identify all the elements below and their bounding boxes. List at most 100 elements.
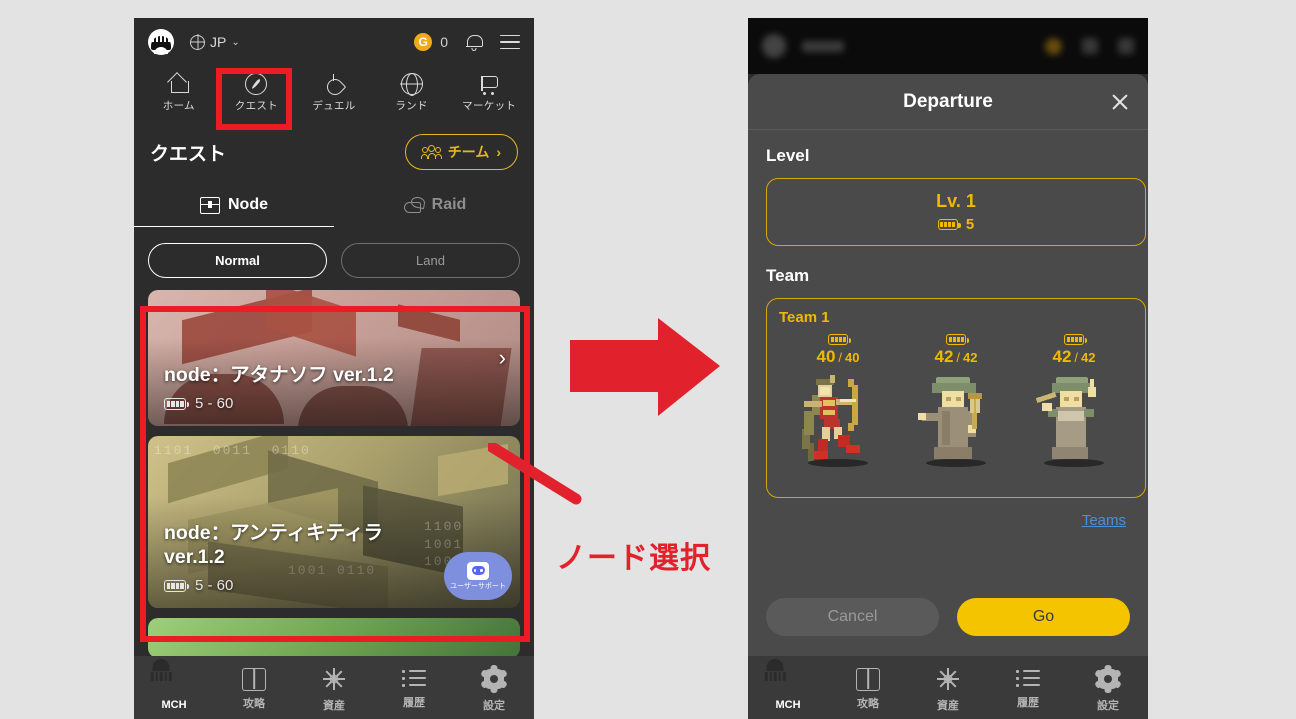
nav-item-market[interactable]: マーケット bbox=[450, 66, 528, 120]
bottom-nav-history[interactable]: 履歴 bbox=[988, 669, 1068, 710]
bell-icon[interactable] bbox=[466, 34, 483, 51]
bottom-nav-history[interactable]: 履歴 bbox=[374, 669, 454, 710]
user-support-button[interactable]: ユーザーサポート bbox=[444, 552, 512, 600]
node-card[interactable] bbox=[148, 618, 520, 658]
bottom-nav-settings[interactable]: 設定 bbox=[1068, 664, 1148, 713]
language-selector bbox=[802, 40, 844, 52]
team-name: Team 1 bbox=[779, 309, 830, 326]
bottom-nav-label: 履歴 bbox=[403, 696, 425, 709]
hamburger-icon bbox=[1118, 38, 1134, 54]
bottom-nav-label: MCH bbox=[161, 698, 187, 711]
unit-hp: 42/42 bbox=[934, 347, 978, 366]
node-card[interactable]: 1101 0011 0110 1100 1001 1001 1001 0110 … bbox=[148, 436, 520, 608]
right-phone-screenshot: Departure Level Lv. 1 5 Team Team 1 40 /… bbox=[748, 18, 1148, 719]
chest-icon bbox=[200, 196, 220, 214]
gear-icon bbox=[1094, 664, 1122, 693]
nav-label: デュエル bbox=[312, 100, 356, 112]
bottom-nav-assets[interactable]: 資産 bbox=[294, 667, 374, 713]
unit-hp-current: 42 bbox=[934, 347, 954, 366]
nav-label: ホーム bbox=[162, 100, 195, 112]
coin-balance[interactable]: G 0 bbox=[414, 33, 448, 51]
sun-icon bbox=[322, 667, 346, 691]
nav-item-duel[interactable]: デュエル bbox=[295, 66, 373, 120]
bottom-nav-label: 攻略 bbox=[857, 698, 879, 710]
mch-logo-icon[interactable] bbox=[148, 29, 174, 55]
bottom-nav-label: 資産 bbox=[323, 699, 345, 712]
team-section-label: Team bbox=[766, 266, 810, 285]
compass-icon bbox=[245, 73, 268, 95]
monk-sprite bbox=[908, 369, 1004, 469]
hamburger-icon[interactable] bbox=[500, 34, 520, 50]
tab-label: Node bbox=[228, 196, 268, 213]
nav-label: クエスト bbox=[234, 100, 278, 112]
mch-logo-icon bbox=[150, 658, 187, 693]
nav-item-home[interactable]: ホーム bbox=[140, 66, 218, 120]
tab-label: Raid bbox=[431, 196, 467, 213]
unit-hp-max: 42 bbox=[963, 350, 978, 365]
team-card-carousel[interactable]: Team 1 40/40 42 / 42 42 / 42 bbox=[766, 298, 1146, 498]
bottom-nav-strategy[interactable]: 攻略 bbox=[828, 668, 908, 711]
annotation-pointer-line bbox=[488, 443, 582, 505]
language-label: JP bbox=[210, 34, 227, 50]
nav-label: マーケット bbox=[462, 100, 517, 112]
nav-item-land[interactable]: ランド bbox=[373, 66, 451, 120]
home-icon bbox=[168, 73, 190, 95]
close-icon[interactable] bbox=[1110, 92, 1130, 112]
cancel-button[interactable]: Cancel bbox=[766, 598, 939, 636]
team-unit[interactable]: 42/42 bbox=[1020, 334, 1128, 469]
stamina-cost: 5 bbox=[965, 216, 975, 233]
node-card[interactable]: node：アタナソフ ver.1.2 5 - 60 › bbox=[148, 290, 520, 426]
bottom-nav-assets[interactable]: 資産 bbox=[908, 667, 988, 713]
tab-node[interactable]: Node bbox=[134, 186, 334, 227]
nav-label: ランド bbox=[395, 100, 428, 112]
bottom-nav-mch[interactable]: MCH bbox=[748, 658, 828, 711]
globe-icon bbox=[400, 73, 423, 95]
bottom-nav-settings[interactable]: 設定 bbox=[454, 664, 534, 713]
nav-item-quest[interactable]: クエスト bbox=[218, 66, 296, 120]
bottom-nav-label: 資産 bbox=[937, 699, 959, 712]
sun-icon bbox=[936, 667, 960, 691]
team-unit[interactable]: 40/40 bbox=[784, 334, 892, 469]
gum-coin-icon: G bbox=[414, 33, 433, 51]
left-phone-screenshot: JP ⌄ G 0 ホーム クエスト デュエル ランド マーケット クエスト チー… bbox=[134, 18, 534, 719]
level-card-carousel[interactable]: Lv. 1 5 bbox=[766, 178, 1146, 246]
bottom-nav-mch[interactable]: MCH bbox=[134, 658, 214, 711]
modal-title: Departure bbox=[903, 90, 993, 112]
gum-coin-icon bbox=[1045, 37, 1062, 55]
level-section-label: Level bbox=[766, 146, 810, 165]
stamina-icon bbox=[946, 334, 969, 345]
list-icon bbox=[402, 669, 426, 688]
node-level-range: 5 - 60 bbox=[195, 395, 234, 412]
discord-icon bbox=[467, 561, 489, 580]
modal-actions: Cancel Go bbox=[748, 586, 1148, 656]
bottom-nav: MCH 攻略 資産 履歴 設定 bbox=[134, 656, 534, 719]
globe-icon bbox=[190, 34, 205, 50]
mch-logo-icon bbox=[764, 658, 801, 693]
language-selector[interactable]: JP ⌄ bbox=[190, 34, 240, 50]
unit-hp-current: 42 bbox=[1052, 347, 1072, 366]
tab-raid[interactable]: Raid bbox=[334, 186, 534, 227]
team-card[interactable]: Team 1 40/40 42 / 42 42 / 42 bbox=[766, 298, 1146, 498]
team-unit-row: 40/40 42 / 42 42 / 42 bbox=[779, 334, 1133, 469]
page-title: クエスト bbox=[150, 143, 227, 165]
main-nav: ホーム クエスト デュエル ランド マーケット bbox=[134, 66, 534, 120]
unit-hp: 40/40 bbox=[816, 347, 860, 366]
stamina-icon bbox=[828, 334, 851, 345]
people-icon bbox=[420, 144, 442, 159]
raid-icon bbox=[402, 197, 424, 214]
list-icon bbox=[1016, 669, 1040, 688]
teams-link[interactable]: Teams bbox=[1082, 512, 1126, 529]
stamina-icon bbox=[164, 397, 189, 410]
cart-icon bbox=[478, 73, 500, 95]
team-button[interactable]: チーム › bbox=[404, 134, 518, 170]
filter-land[interactable]: Land bbox=[341, 243, 520, 278]
unit-hp: 42/42 bbox=[1052, 347, 1096, 366]
right-arrow-annotation bbox=[570, 318, 720, 416]
annotation-step-label: ノード選択 bbox=[556, 542, 711, 575]
team-unit[interactable]: 42/42 bbox=[902, 334, 1010, 469]
filter-normal[interactable]: Normal bbox=[148, 243, 327, 278]
level-card[interactable]: Lv. 1 5 bbox=[766, 178, 1146, 246]
blurred-topbar bbox=[748, 18, 1148, 74]
bottom-nav-strategy[interactable]: 攻略 bbox=[214, 668, 294, 711]
go-button[interactable]: Go bbox=[957, 598, 1130, 636]
